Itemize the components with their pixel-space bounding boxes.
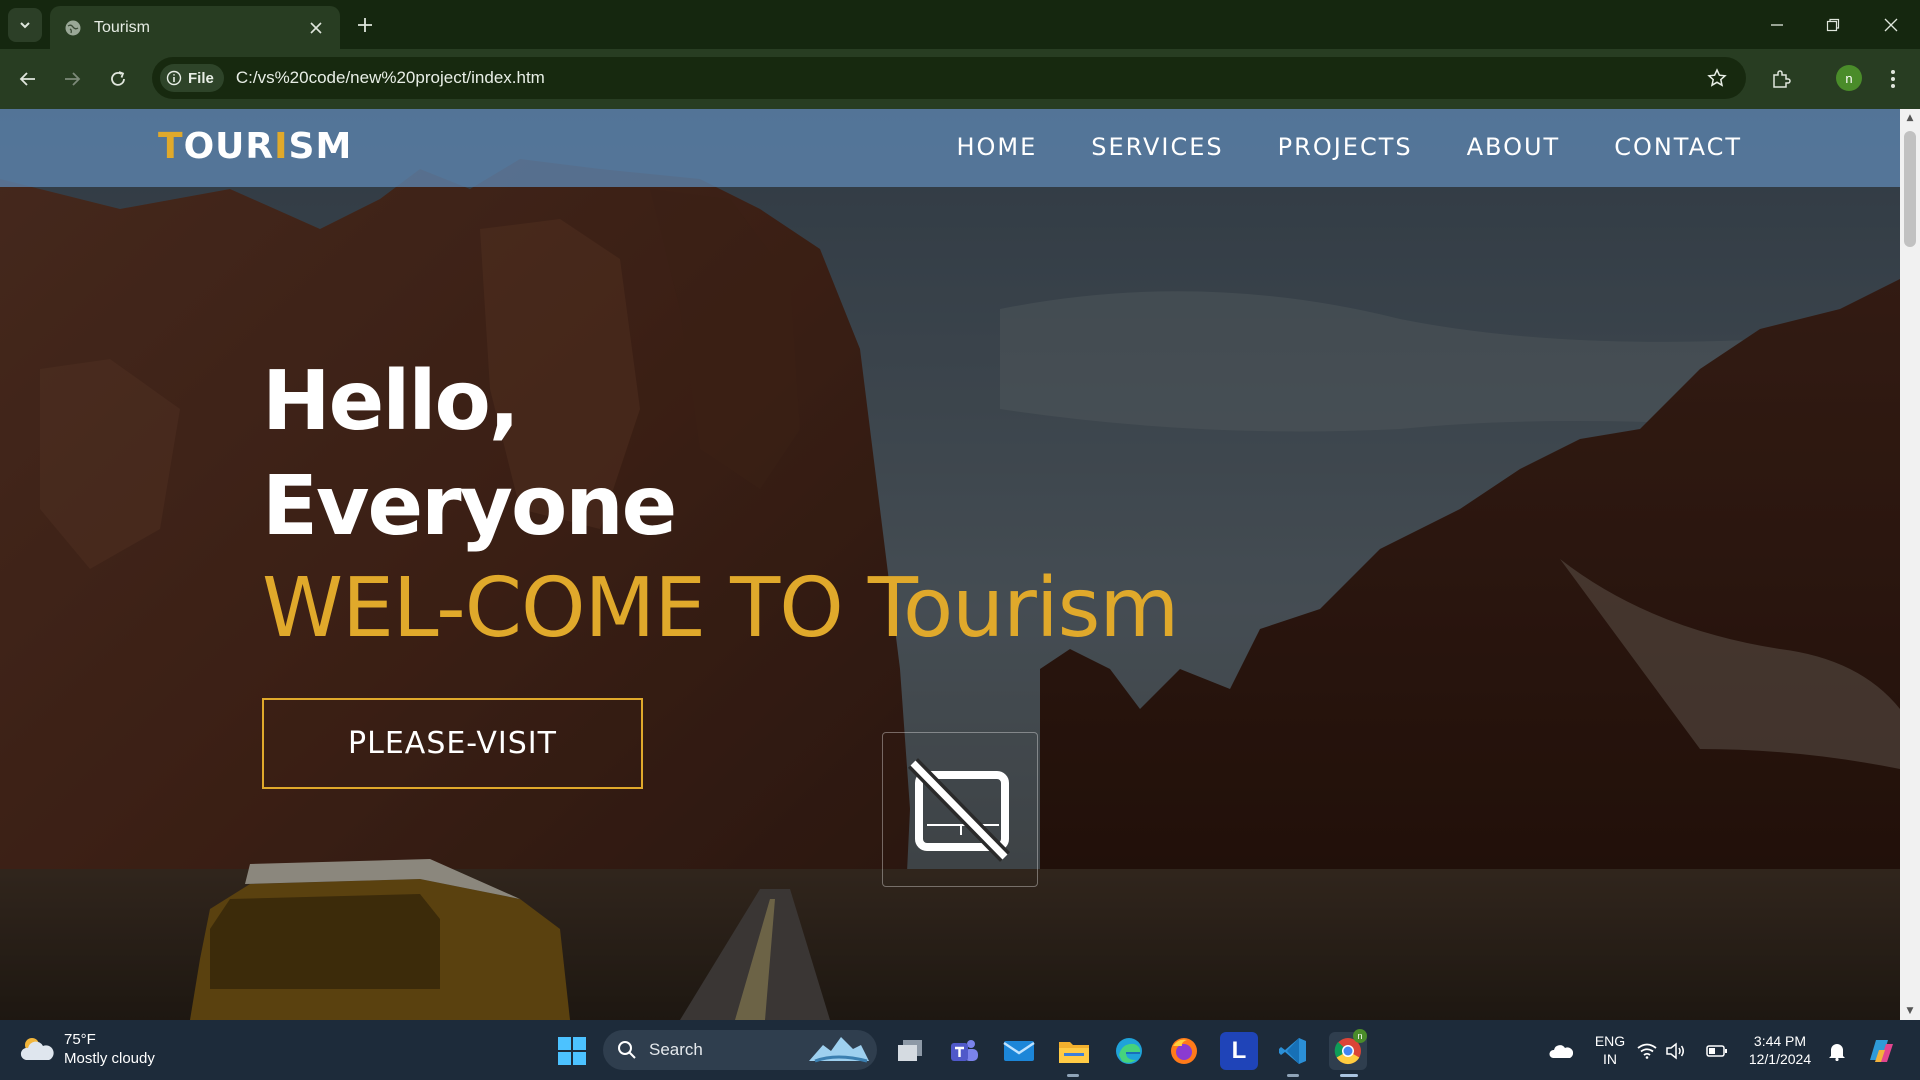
firefox-icon[interactable]	[1165, 1032, 1203, 1070]
volume-icon[interactable]	[1664, 1032, 1686, 1070]
globe-icon	[65, 20, 81, 35]
scroll-up-icon[interactable]: ▲	[1905, 113, 1915, 123]
tab-search-icon[interactable]	[8, 8, 42, 42]
reload-icon[interactable]	[102, 63, 134, 95]
scroll-down-icon[interactable]: ▼	[1905, 1006, 1915, 1016]
launcher-l-icon[interactable]: L	[1220, 1032, 1258, 1070]
file-explorer-icon[interactable]	[1055, 1032, 1093, 1070]
task-view-icon[interactable]	[891, 1032, 929, 1070]
browser-tab[interactable]: Tourism	[50, 6, 340, 49]
menu-icon[interactable]	[1877, 63, 1909, 95]
hero-section: TOURISM HOME SERVICES PROJECTS ABOUT CON…	[0, 109, 1900, 1020]
weather-widget[interactable]: 75°F Mostly cloudy	[20, 1030, 155, 1068]
scroll-thumb[interactable]	[1904, 131, 1916, 247]
chrome-profile-badge: n	[1353, 1029, 1367, 1043]
vscode-icon[interactable]	[1274, 1032, 1312, 1070]
close-icon[interactable]	[306, 18, 326, 38]
onedrive-icon[interactable]	[1542, 1032, 1580, 1070]
edge-icon[interactable]	[1110, 1032, 1148, 1070]
nav-projects[interactable]: PROJECTS	[1278, 133, 1413, 161]
page-scrollbar[interactable]: ▲ ▼	[1900, 109, 1920, 1020]
windows-start-icon[interactable]	[553, 1032, 591, 1070]
info-icon	[166, 70, 182, 86]
clock-date: 12/1/2024	[1748, 1051, 1812, 1067]
notification-bell-icon[interactable]	[1826, 1032, 1848, 1070]
forward-icon[interactable]	[56, 63, 88, 95]
copilot-icon[interactable]	[1862, 1032, 1900, 1070]
clock[interactable]: 3:44 PM 12/1/2024	[1742, 1032, 1818, 1068]
mail-icon[interactable]	[1000, 1032, 1038, 1070]
nav-home[interactable]: HOME	[956, 133, 1037, 161]
chrome-icon[interactable]: n	[1329, 1029, 1367, 1070]
explorer-running-indicator	[1067, 1074, 1079, 1077]
nav-contact[interactable]: CONTACT	[1614, 133, 1742, 161]
weather-temp: 75°F	[64, 1031, 96, 1048]
minimize-icon[interactable]	[1762, 10, 1792, 40]
browser-tab-bar: Tourism	[0, 0, 1920, 49]
site-header: TOURISM HOME SERVICES PROJECTS ABOUT CON…	[0, 109, 1900, 187]
search-label: Search	[649, 1040, 703, 1059]
site-info-chip[interactable]: File	[160, 64, 224, 92]
nav-services[interactable]: SERVICES	[1091, 133, 1223, 161]
vscode-running-indicator	[1287, 1074, 1299, 1077]
hero-greeting: Hello, Everyone	[262, 349, 677, 559]
clock-time: 3:44 PM	[1753, 1033, 1807, 1049]
site-logo[interactable]: TOURISM	[158, 126, 352, 167]
chrome-active-indicator	[1340, 1074, 1358, 1077]
address-bar[interactable]: File C:/vs%20code/new%20project/index.ht…	[152, 57, 1746, 99]
url-text[interactable]: C:/vs%20code/new%20project/index.htm	[236, 68, 1702, 88]
nav-about[interactable]: ABOUT	[1467, 133, 1561, 161]
security-chip-label: File	[188, 69, 214, 87]
broken-image-icon	[882, 732, 1038, 887]
language-indicator[interactable]: ENG IN	[1592, 1032, 1628, 1068]
battery-icon[interactable]	[1706, 1032, 1728, 1070]
cloud-sun-icon	[20, 1038, 54, 1060]
page-viewport: TOURISM HOME SERVICES PROJECTS ABOUT CON…	[0, 109, 1920, 1020]
search-icon	[618, 1041, 636, 1059]
hero-welcome: WEL-COME TO Tourism	[262, 561, 1179, 656]
greeting-line1: Hello,	[262, 354, 520, 449]
please-visit-button[interactable]: PLEASE-VISIT	[262, 698, 643, 789]
main-nav: HOME SERVICES PROJECTS ABOUT CONTACT	[956, 133, 1742, 161]
teams-icon[interactable]	[945, 1032, 983, 1070]
plus-icon[interactable]	[352, 12, 378, 38]
tab-title: Tourism	[94, 18, 151, 36]
greeting-line2: Everyone	[262, 459, 677, 554]
weather-desc: Mostly cloudy	[64, 1050, 155, 1067]
search-highlight-icon	[809, 1037, 869, 1063]
extensions-icon[interactable]	[1765, 63, 1797, 95]
restore-icon[interactable]	[1818, 10, 1848, 40]
profile-avatar[interactable]: n	[1836, 65, 1862, 91]
star-icon[interactable]	[1702, 63, 1732, 93]
taskbar-search[interactable]: Search	[603, 1030, 877, 1070]
browser-toolbar: File C:/vs%20code/new%20project/index.ht…	[0, 49, 1920, 109]
wifi-icon[interactable]	[1636, 1032, 1658, 1070]
close-window-icon[interactable]	[1876, 10, 1906, 40]
windows-taskbar: 75°F Mostly cloudy Search L n ENG IN 3:4…	[0, 1020, 1920, 1080]
back-icon[interactable]	[12, 63, 44, 95]
